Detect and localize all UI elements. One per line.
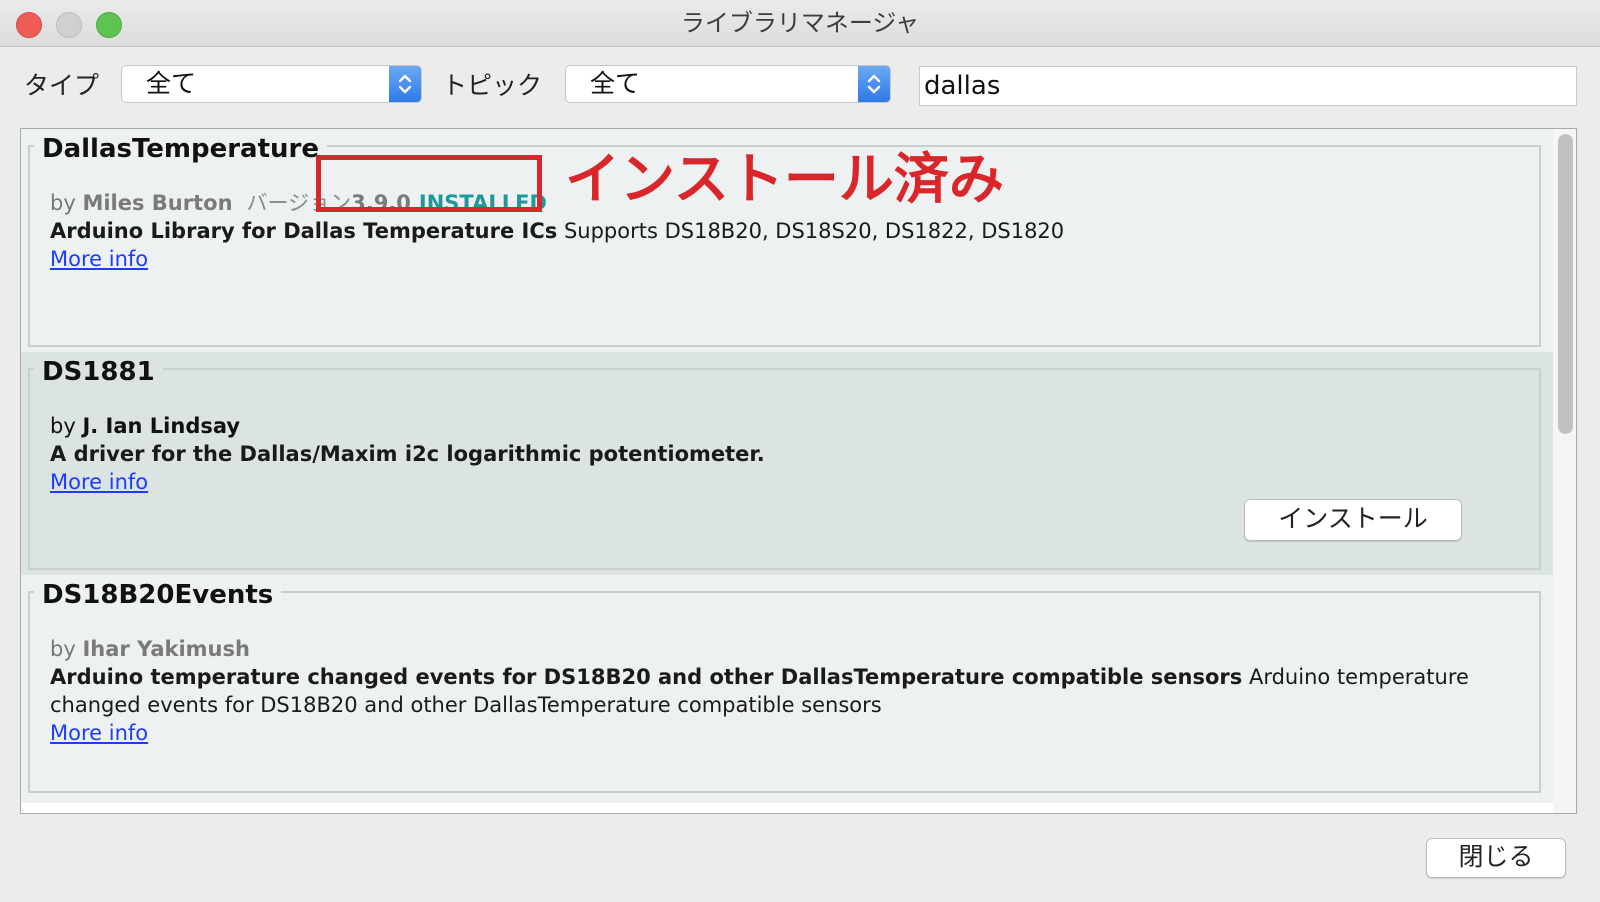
topic-select-value: 全て <box>590 69 641 98</box>
list-scrollbar-thumb[interactable] <box>1558 134 1573 434</box>
library-list[interactable]: DallasTemperature by Miles Burton バージョン3.… <box>20 128 1577 814</box>
library-name: DS18B20Events <box>34 578 282 612</box>
library-name: DS1881 <box>34 355 163 389</box>
library-description-title: A driver for the Dallas/Maxim i2c logari… <box>50 442 765 466</box>
more-info-link[interactable]: More info <box>50 719 148 747</box>
topic-filter-label: トピック <box>442 71 543 100</box>
more-info-link[interactable]: More info <box>50 245 148 273</box>
library-byline: by Ihar Yakimush <box>50 635 250 663</box>
library-description: Arduino Library for Dallas Temperature I… <box>50 217 1490 245</box>
library-description-title: Arduino Library for Dallas Temperature I… <box>50 219 558 243</box>
close-button[interactable]: 閉じる <box>1426 838 1566 878</box>
library-entry[interactable]: DS18B20Events by Ihar Yakimush Arduino t… <box>21 575 1553 803</box>
library-description: A driver for the Dallas/Maxim i2c logari… <box>50 440 1490 468</box>
type-filter-label: タイプ <box>24 71 100 100</box>
installed-annotation: インストール済み <box>565 147 1004 211</box>
by-label: by <box>50 414 76 438</box>
search-input[interactable] <box>919 66 1577 106</box>
library-author: J. Ian Lindsay <box>82 414 241 438</box>
library-byline: by J. Ian Lindsay <box>50 412 240 440</box>
by-label: by <box>50 191 76 215</box>
library-entry[interactable]: DS1881 by J. Ian Lindsay A driver for th… <box>21 352 1553 580</box>
title-bar: ライブラリマネージャ <box>0 0 1600 47</box>
up-down-chevron-icon <box>389 66 421 102</box>
library-description-text: Supports DS18B20, DS18S20, DS1822, DS182… <box>557 219 1065 243</box>
library-description: Arduino temperature changed events for D… <box>50 663 1490 719</box>
up-down-chevron-icon <box>858 66 890 102</box>
topic-select[interactable]: 全て <box>565 65 891 103</box>
install-button[interactable]: インストール <box>1244 499 1462 541</box>
type-select-value: 全て <box>146 69 197 98</box>
library-description-title: Arduino temperature changed events for D… <box>50 665 1243 689</box>
type-select[interactable]: 全て <box>121 65 422 103</box>
library-name: DallasTemperature <box>34 132 327 166</box>
window-title: ライブラリマネージャ <box>680 9 920 37</box>
library-author: Miles Burton <box>82 191 233 215</box>
installed-highlight-box <box>316 155 542 212</box>
library-author: Ihar Yakimush <box>82 637 250 661</box>
by-label: by <box>50 637 76 661</box>
more-info-link[interactable]: More info <box>50 468 148 496</box>
